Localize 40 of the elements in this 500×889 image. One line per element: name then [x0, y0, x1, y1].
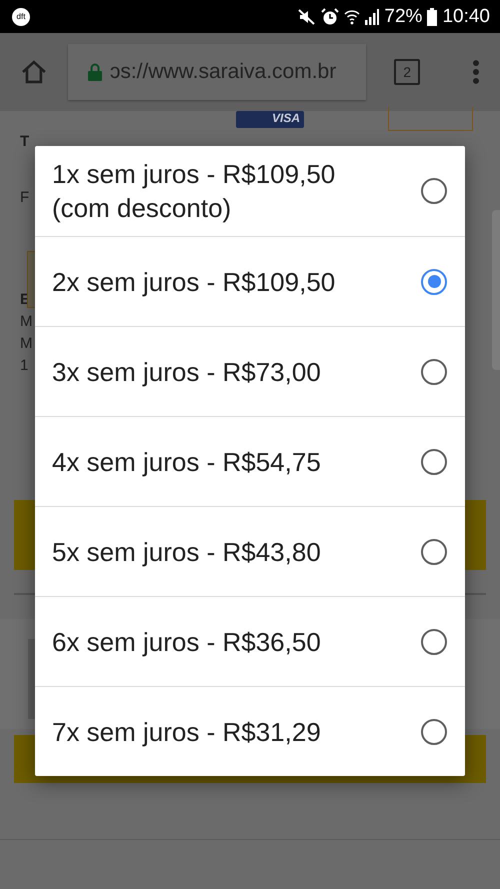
text-fragment: 1: [20, 357, 30, 374]
radio-button[interactable]: [421, 628, 447, 654]
installment-option[interactable]: 4x sem juros - R$54,75: [35, 416, 465, 506]
radio-button[interactable]: [421, 178, 447, 204]
home-icon[interactable]: [20, 58, 48, 86]
wifi-icon: [344, 8, 360, 24]
clock: 10:40: [442, 6, 490, 28]
text-fragment: T: [20, 133, 30, 150]
battery-icon: [427, 8, 438, 26]
card-logo: VISA: [236, 111, 304, 128]
option-label: 3x sem juros - R$73,00: [52, 356, 321, 388]
app-badge: dft: [12, 8, 30, 26]
menu-icon[interactable]: [472, 59, 480, 85]
signal-icon: [365, 8, 380, 24]
radio-button[interactable]: [421, 538, 447, 564]
option-label: 4x sem juros - R$54,75: [52, 446, 321, 478]
installment-option[interactable]: 3x sem juros - R$73,00: [35, 326, 465, 416]
battery-percentage: 72%: [384, 6, 422, 28]
radio-button[interactable]: [421, 448, 447, 474]
alarm-icon: [321, 8, 340, 26]
radio-button[interactable]: [421, 268, 447, 294]
radio-button[interactable]: [421, 718, 447, 744]
option-label: 5x sem juros - R$43,80: [52, 536, 321, 568]
text-fragment: F: [20, 189, 30, 206]
installment-option[interactable]: 1x sem juros - R$109,50 (com desconto): [35, 146, 465, 236]
radio-button[interactable]: [421, 358, 447, 384]
option-label: 6x sem juros - R$36,50: [52, 626, 321, 658]
mute-icon: [298, 8, 316, 24]
lock-icon: [88, 63, 102, 81]
installment-option[interactable]: 6x sem juros - R$36,50: [35, 596, 465, 686]
text-fragment: M: [20, 313, 34, 330]
option-label: 7x sem juros - R$31,29: [52, 716, 321, 748]
text-fragment: M: [20, 335, 34, 352]
installment-option[interactable]: 7x sem juros - R$31,29: [35, 686, 465, 776]
option-label: 2x sem juros - R$109,50: [52, 266, 336, 298]
input-field[interactable]: [388, 107, 473, 131]
option-label: 1x sem juros - R$109,50 (com desconto): [52, 158, 336, 225]
url-text: ɔs://www.saraiva.com.br: [110, 60, 336, 84]
installment-option[interactable]: 5x sem juros - R$43,80: [35, 506, 465, 596]
installment-option[interactable]: 2x sem juros - R$109,50: [35, 236, 465, 326]
